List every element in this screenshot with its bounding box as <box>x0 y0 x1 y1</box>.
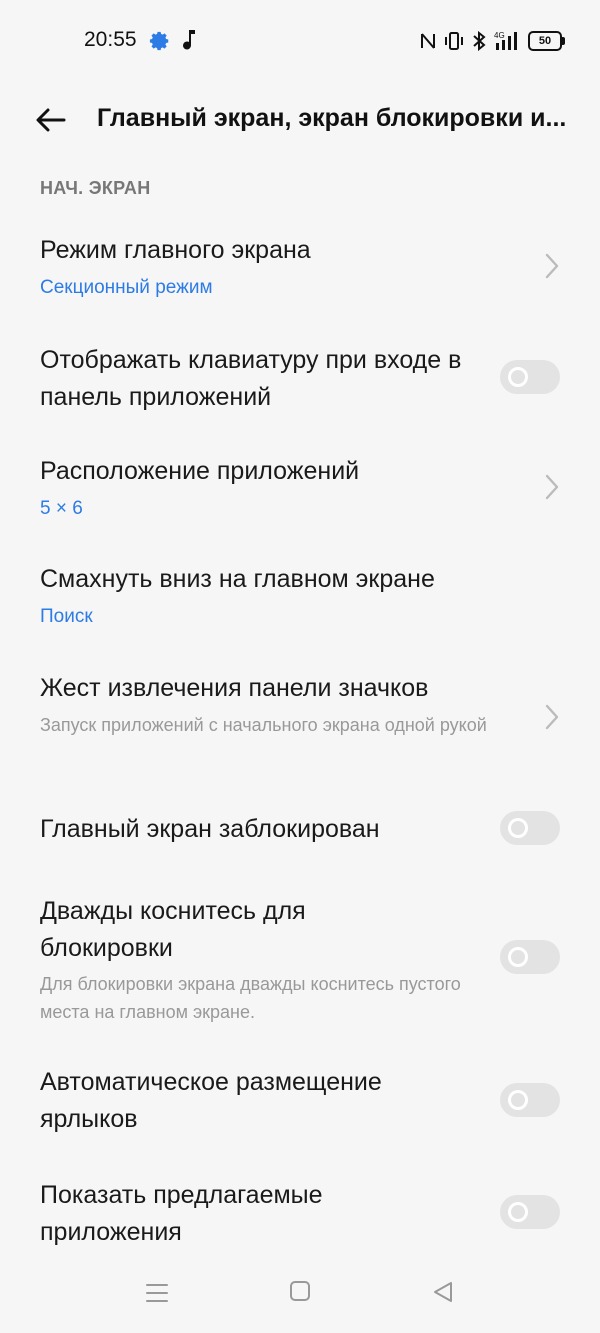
toggle-knob <box>508 367 528 387</box>
music-note-icon <box>183 30 195 50</box>
swipe-down-item[interactable]: Смахнуть вниз на главном экране Поиск <box>0 558 600 648</box>
auto-shortcuts-toggle[interactable] <box>500 1083 560 1117</box>
battery-icon: 50 <box>528 31 565 51</box>
suggested-apps-toggle[interactable] <box>500 1195 560 1229</box>
toggle-knob <box>508 947 528 967</box>
chevron-right-icon <box>545 253 559 279</box>
suggested-apps-item[interactable]: Показать предлагаемые приложения <box>0 1176 600 1256</box>
page-title: Главный экран, экран блокировки и... <box>97 104 567 132</box>
toggle-knob <box>508 818 528 838</box>
double-tap-lock-item[interactable]: Дважды коснитесь для блокировки Для блок… <box>0 890 600 1030</box>
item-value: Секционный режим <box>40 277 213 298</box>
item-title: Главный экран заблокирован <box>40 815 380 843</box>
back-triangle-icon[interactable] <box>432 1280 454 1304</box>
home-screen-mode-item[interactable]: Режим главного экрана Секционный режим <box>0 228 600 318</box>
item-title: Показать предлагаемые приложения <box>40 1181 323 1246</box>
chevron-right-icon <box>545 704 559 730</box>
item-description: Запуск приложений с начального экрана од… <box>40 715 487 735</box>
app-bar: Главный экран, экран блокировки и... <box>0 90 600 150</box>
item-title: Расположение приложений <box>40 457 360 485</box>
toggle-knob <box>508 1090 528 1110</box>
chevron-right-icon <box>545 474 559 500</box>
status-bar: 20:55 4G 50 <box>0 0 600 80</box>
signal-icon: 4G <box>494 31 517 50</box>
item-title: Режим главного экрана <box>40 236 311 264</box>
toggle-knob <box>508 1202 528 1222</box>
show-keyboard-item[interactable]: Отображать клавиатуру при входе в панель… <box>0 338 600 428</box>
gear-icon <box>149 31 169 51</box>
navigation-bar <box>0 1262 600 1332</box>
status-time: 20:55 <box>84 28 137 51</box>
item-value: 5 × 6 <box>40 498 83 519</box>
item-value: Поиск <box>40 606 93 627</box>
show-keyboard-toggle[interactable] <box>500 360 560 394</box>
item-title: Отображать клавиатуру при входе в панель… <box>40 346 462 411</box>
home-screen-locked-item[interactable]: Главный экран заблокирован <box>0 800 600 860</box>
home-screen-locked-toggle[interactable] <box>500 811 560 845</box>
dock-gesture-item[interactable]: Жест извлечения панели значков Запуск пр… <box>0 666 600 776</box>
item-title: Жест извлечения панели значков <box>40 674 429 702</box>
home-icon[interactable] <box>289 1280 311 1302</box>
item-title: Дважды коснитесь для блокировки <box>40 897 306 962</box>
item-title: Автоматическое размещение ярлыков <box>40 1068 382 1133</box>
bluetooth-icon <box>473 31 486 51</box>
nfc-icon <box>421 33 435 49</box>
back-arrow-icon[interactable] <box>30 102 74 138</box>
double-tap-lock-toggle[interactable] <box>500 940 560 974</box>
section-header: НАЧ. ЭКРАН <box>40 178 151 198</box>
item-description: Для блокировки экрана дважды коснитесь п… <box>40 974 461 1022</box>
item-title: Смахнуть вниз на главном экране <box>40 565 435 593</box>
menu-icon[interactable] <box>145 1282 169 1304</box>
auto-shortcuts-item[interactable]: Автоматическое размещение ярлыков <box>0 1062 600 1152</box>
svg-text:4G: 4G <box>494 31 505 40</box>
vibrate-icon <box>445 32 463 50</box>
app-layout-item[interactable]: Расположение приложений 5 × 6 <box>0 449 600 539</box>
